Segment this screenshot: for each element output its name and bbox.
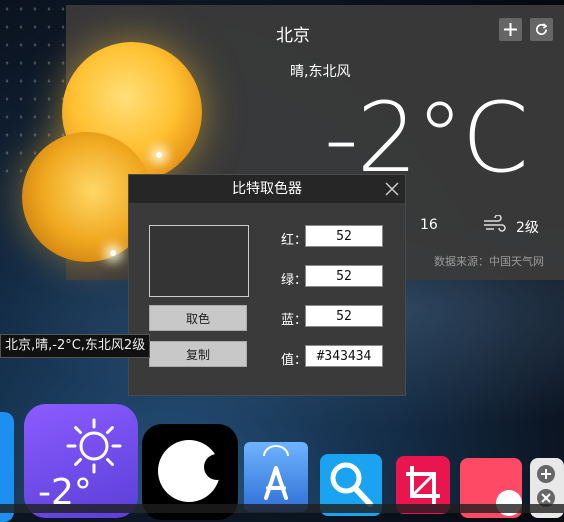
sun-icon bbox=[66, 418, 122, 474]
green-label: 绿： bbox=[281, 273, 308, 288]
wind-level: 2级 bbox=[516, 220, 539, 236]
app-store-icon[interactable] bbox=[244, 442, 308, 512]
light-flare bbox=[156, 152, 162, 158]
dialog-title: 比特取色器 bbox=[129, 175, 405, 203]
refresh-button[interactable] bbox=[530, 18, 553, 41]
green-field[interactable]: 52 bbox=[305, 265, 383, 287]
moon-shadow bbox=[204, 454, 230, 480]
wind-icon bbox=[484, 215, 506, 232]
add-city-button[interactable] bbox=[499, 18, 522, 41]
weather-temperature: -2°C bbox=[324, 82, 529, 194]
light-flare bbox=[110, 250, 116, 256]
copy-button[interactable]: 复制 bbox=[149, 341, 247, 367]
weather-tooltip: 北京,晴,-2°C,东北风2级 bbox=[0, 334, 151, 358]
value-label: 值： bbox=[281, 353, 308, 368]
weather-app-icon[interactable]: -2° bbox=[24, 404, 138, 518]
weather-condition: 晴,东北风 bbox=[290, 64, 351, 80]
blue-label: 蓝： bbox=[281, 313, 308, 328]
data-source: 数据来源：中国天气网 bbox=[434, 255, 544, 268]
color-preview-swatch bbox=[149, 225, 249, 297]
blue-field[interactable]: 52 bbox=[305, 305, 383, 327]
app-store-glyph-icon bbox=[263, 445, 289, 500]
refresh-icon bbox=[536, 23, 548, 35]
humidity-value: 16 bbox=[420, 217, 438, 233]
weather-city: 北京 bbox=[276, 26, 310, 46]
color-picker-dialog: 比特取色器 取色 复制 红： 52 绿： 52 蓝： 52 值： #343434 bbox=[128, 174, 406, 396]
taskbar-strip bbox=[0, 504, 564, 513]
plus-icon bbox=[504, 23, 517, 36]
close-icon bbox=[385, 182, 399, 196]
red-label: 红： bbox=[281, 233, 308, 248]
close-button[interactable] bbox=[385, 178, 399, 202]
pick-color-button[interactable]: 取色 bbox=[149, 305, 247, 331]
hex-value-field[interactable]: #343434 bbox=[305, 345, 383, 367]
red-field[interactable]: 52 bbox=[305, 225, 383, 247]
